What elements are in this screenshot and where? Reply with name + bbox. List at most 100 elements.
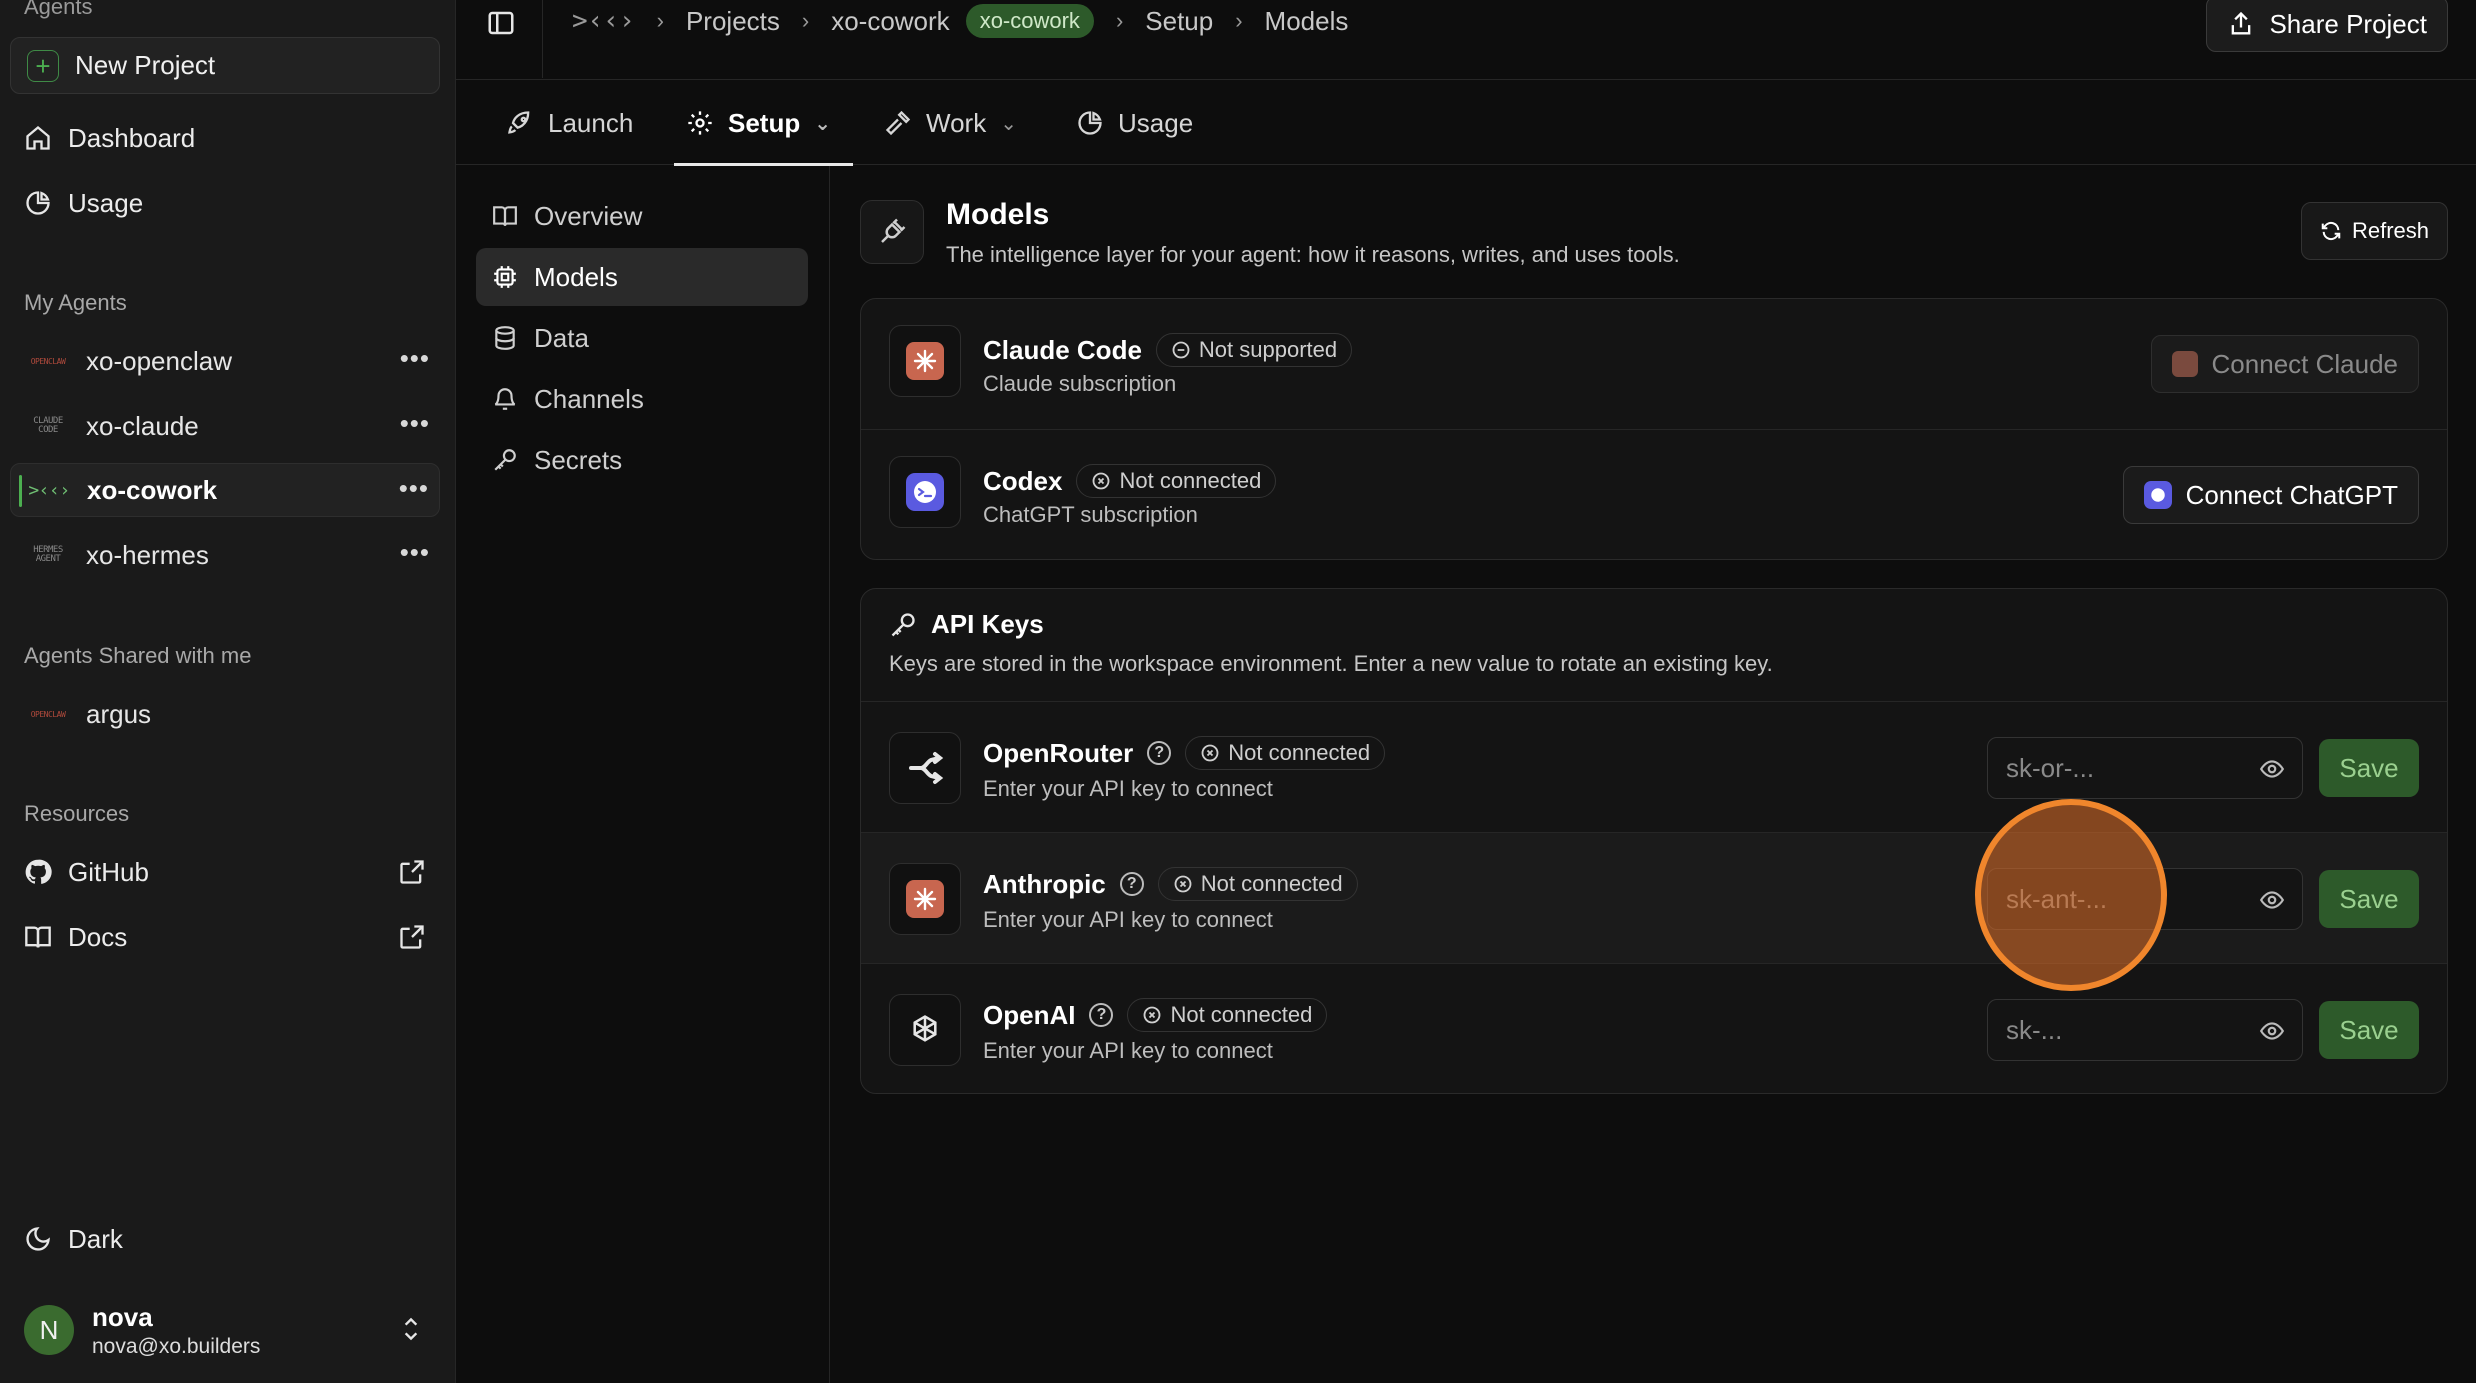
status-text: Not connected — [1119, 468, 1262, 493]
subnav-label: Models — [534, 261, 618, 292]
input-placeholder: sk-... — [2006, 1014, 2063, 1045]
user-menu[interactable]: N nova nova@xo.builders — [24, 1300, 434, 1360]
status-badge: Not connected — [1185, 736, 1386, 770]
chevron-right-icon: › — [1235, 8, 1243, 33]
save-anthropic-button[interactable]: Save — [2319, 870, 2419, 928]
chevrons-up-down-icon — [398, 1314, 424, 1344]
codex-icon — [889, 456, 961, 528]
resource-github-link[interactable]: GitHub — [10, 844, 440, 900]
key-icon — [492, 447, 518, 473]
help-icon[interactable]: ? — [1119, 872, 1144, 896]
provider-row-openai: OpenAI ? Not connected Enter your API ke… — [861, 963, 2447, 1093]
subnav-label: Secrets — [534, 444, 623, 475]
plug-icon — [860, 200, 924, 264]
moon-icon — [24, 1225, 52, 1253]
user-name: nova — [92, 1301, 153, 1332]
breadcrumb-setup[interactable]: Setup — [1145, 6, 1213, 37]
subnav-label: Overview — [534, 200, 643, 231]
save-openrouter-button[interactable]: Save — [2319, 739, 2419, 797]
save-openai-button[interactable]: Save — [2319, 1001, 2419, 1059]
tab-launch[interactable]: Launch — [506, 81, 633, 165]
subnav-item-secrets[interactable]: Secrets — [476, 431, 808, 489]
subscriptions-card: Claude Code Not supported Claude subscri… — [860, 298, 2448, 560]
xo-logo[interactable]: >‹‹› — [572, 6, 635, 36]
refresh-button[interactable]: Refresh — [2300, 202, 2448, 260]
openai-key-input[interactable]: sk-... — [1987, 999, 2303, 1061]
github-icon — [24, 858, 52, 886]
help-icon[interactable]: ? — [1147, 741, 1172, 765]
agent-name: xo-claude — [86, 410, 199, 441]
breadcrumb-models: Models — [1264, 5, 1349, 36]
theme-toggle[interactable]: Dark — [10, 1211, 440, 1267]
page-title: Models — [946, 198, 1050, 231]
breadcrumb-projects[interactable]: Projects — [686, 6, 780, 37]
key-icon — [889, 611, 917, 639]
new-project-label: New Project — [75, 50, 216, 80]
anthropic-key-input[interactable]: sk-ant-... — [1987, 868, 2303, 930]
subnav-item-models[interactable]: Models — [476, 248, 808, 306]
pie-chart-icon — [1076, 109, 1104, 137]
sidebar-item-label: Dashboard — [68, 122, 196, 153]
status-badge: Not connected — [1127, 998, 1328, 1032]
tab-usage[interactable]: Usage — [1076, 81, 1193, 165]
user-info: nova nova@xo.builders — [92, 1302, 260, 1359]
claude-icon — [889, 325, 961, 397]
connect-chatgpt-button[interactable]: Connect ChatGPT — [2122, 466, 2419, 524]
subnav-label: Channels — [534, 383, 644, 414]
x-circle-icon — [1093, 472, 1110, 490]
theme-label: Dark — [68, 1223, 123, 1254]
subnav-item-data[interactable]: Data — [476, 309, 808, 367]
api-keys-title: API Keys — [889, 609, 1044, 640]
provider-name: Claude Code Not supported — [983, 333, 1353, 367]
gear-icon — [686, 109, 714, 137]
eye-icon[interactable] — [2258, 756, 2286, 782]
cpu-icon — [492, 264, 518, 290]
openrouter-key-input[interactable]: sk-or-... — [1987, 737, 2303, 799]
openrouter-icon — [889, 732, 961, 804]
new-project-button[interactable]: + New Project — [10, 37, 440, 94]
more-options-icon[interactable]: ••• — [400, 345, 430, 371]
sidebar-item-usage[interactable]: Usage — [10, 175, 440, 231]
subnav-item-overview[interactable]: Overview — [476, 187, 808, 245]
status-text: Not supported — [1198, 337, 1338, 362]
tab-work[interactable]: Work ⌄ — [884, 81, 1017, 165]
status-badge: Not supported — [1155, 333, 1353, 367]
subnav-item-channels[interactable]: Channels — [476, 370, 808, 428]
tab-setup[interactable]: Setup ⌄ — [674, 81, 853, 166]
connect-claude-button[interactable]: Connect Claude — [2150, 335, 2419, 393]
breadcrumb-project[interactable]: xo-cowork — [831, 6, 949, 37]
agent-item-xo-cowork[interactable]: >‹‹› xo-cowork ••• — [10, 463, 440, 517]
agent-item-xo-claude[interactable]: CLAUDE CODE xo-claude ••• — [10, 399, 440, 453]
agent-name: xo-cowork — [87, 474, 218, 505]
status-text: Not connected — [1200, 871, 1343, 896]
more-options-icon[interactable]: ••• — [400, 539, 430, 565]
provider-name-text: OpenAI — [983, 999, 1076, 1030]
agent-item-argus[interactable]: OPENCLAW argus — [10, 687, 440, 741]
setup-subnav: Overview Models Data Channels Secrets — [456, 166, 830, 1383]
agent-item-xo-openclaw[interactable]: OPENCLAW xo-openclaw ••• — [10, 334, 440, 388]
more-options-icon[interactable]: ••• — [399, 475, 429, 501]
resource-docs-link[interactable]: Docs — [10, 909, 440, 965]
x-circle-icon — [1144, 1006, 1161, 1024]
connect-label: Connect Claude — [2211, 348, 2398, 379]
sidebar-item-label: Usage — [68, 187, 144, 218]
openclaw-logo: OPENCLAW — [30, 356, 66, 366]
tab-label: Launch — [548, 107, 634, 138]
more-options-icon[interactable]: ••• — [400, 410, 430, 436]
share-project-button[interactable]: Share Project — [2206, 0, 2448, 52]
eye-icon[interactable] — [2258, 1018, 2286, 1044]
openai-icon — [889, 994, 961, 1066]
eye-icon[interactable] — [2258, 887, 2286, 913]
resource-label: GitHub — [68, 856, 149, 887]
agent-item-xo-hermes[interactable]: HERMES AGENT xo-hermes ••• — [10, 528, 440, 582]
sidebar-item-dashboard[interactable]: Dashboard — [10, 110, 440, 166]
sidebar-toggle-icon[interactable] — [486, 8, 516, 38]
book-icon — [24, 923, 52, 951]
provider-row-codex: Codex Not connected ChatGPT subscription… — [861, 429, 2447, 559]
provider-subtitle: ChatGPT subscription — [983, 502, 1198, 527]
provider-row-openrouter: OpenRouter ? Not connected Enter your AP… — [861, 701, 2447, 832]
help-icon[interactable]: ? — [1089, 1003, 1114, 1027]
status-badge: Not connected — [1157, 867, 1358, 901]
page-subtitle: The intelligence layer for your agent: h… — [946, 242, 1680, 267]
book-icon — [492, 203, 518, 229]
